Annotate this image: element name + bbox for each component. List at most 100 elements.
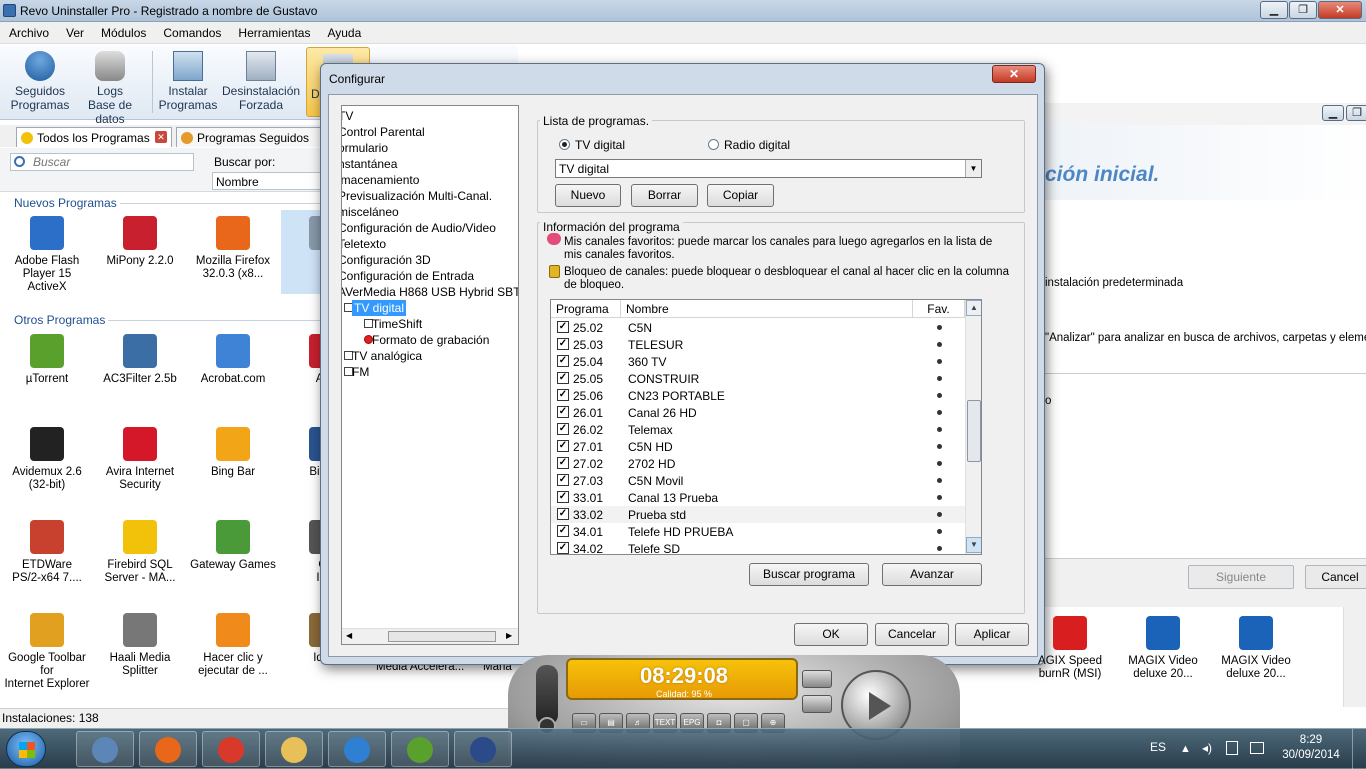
table-vscrollbar[interactable]: ▲ ▼ [965, 300, 981, 554]
favorite-dot[interactable] [937, 325, 942, 330]
folder-taskbar-button[interactable] [265, 731, 323, 767]
usb-icon[interactable] [1226, 741, 1238, 755]
favorite-dot[interactable] [937, 393, 942, 398]
search-input[interactable] [10, 153, 194, 171]
menu-button[interactable] [802, 670, 832, 688]
channel-checkbox[interactable]: ✓ [557, 457, 569, 469]
wizard-cancel-button[interactable]: Cancel [1305, 565, 1366, 589]
favorite-dot[interactable] [937, 444, 942, 449]
program-item[interactable]: µTorrent [2, 328, 92, 412]
program-item[interactable]: ETDWare PS/2-x64 7.... [2, 514, 92, 598]
tree-item[interactable]: FM [352, 364, 369, 380]
favorite-dot[interactable] [937, 410, 942, 415]
language-indicator[interactable]: ES [1150, 740, 1166, 754]
table-row[interactable]: ✓ 25.03 TELESUR [551, 336, 965, 353]
install-programs-button[interactable]: Instalar Programas [152, 51, 224, 119]
program-item[interactable]: MAGIX Video deluxe 20... [1211, 610, 1301, 694]
program-item[interactable]: Avidemux 2.6 (32-bit) [2, 421, 92, 505]
search-program-button[interactable]: Buscar programa [749, 563, 869, 586]
scroll-left-arrow[interactable]: ◀ [346, 631, 352, 640]
favorite-dot[interactable] [937, 546, 942, 551]
tree-item[interactable]: ormulario [342, 140, 388, 156]
ie-taskbar-button[interactable] [328, 731, 386, 767]
show-desktop-button[interactable] [1352, 729, 1366, 769]
tree-item[interactable]: Control Parental [342, 124, 425, 140]
network-icon[interactable] [1250, 742, 1264, 754]
scroll-thumb[interactable] [388, 631, 496, 642]
favorite-dot[interactable] [937, 478, 942, 483]
cancel-button[interactable]: Cancelar [875, 623, 949, 646]
list-button[interactable] [802, 695, 832, 713]
utorrent-taskbar-button[interactable] [391, 731, 449, 767]
firefox-taskbar-button[interactable] [139, 731, 197, 767]
favorite-dot[interactable] [937, 495, 942, 500]
advanced-button[interactable]: Avanzar [882, 563, 982, 586]
table-row[interactable]: ✓ 27.03 C5N Movil [551, 472, 965, 489]
program-item[interactable]: AGIX Speed burnR (MSI) [1025, 610, 1115, 694]
tree-item[interactable]: TV digital [352, 300, 407, 316]
tree-item[interactable]: Configuración de Entrada [342, 268, 474, 284]
program-item[interactable]: MAGIX Video deluxe 20... [1118, 610, 1208, 694]
favorite-dot[interactable] [937, 376, 942, 381]
speaker-icon[interactable]: ◂) [1202, 741, 1214, 755]
program-item[interactable]: Bing Bar [188, 421, 278, 505]
radio-radio-digital[interactable] [708, 139, 719, 150]
program-item[interactable]: Firebird SQL Server - MA... [95, 514, 185, 598]
tree-item[interactable]: AVerMedia H868 USB Hybrid SBTD-T [342, 284, 518, 300]
favorite-dot[interactable] [937, 529, 942, 534]
tree-item[interactable]: Teletexto [342, 236, 386, 252]
channel-checkbox[interactable]: ✓ [557, 389, 569, 401]
wizard-maximize-button[interactable]: ❐ [1346, 105, 1366, 121]
channel-checkbox[interactable]: ✓ [557, 372, 569, 384]
table-row[interactable]: ✓ 27.01 C5N HD [551, 438, 965, 455]
next-button[interactable]: Siguiente [1188, 565, 1294, 589]
channel-checkbox[interactable]: ✓ [557, 321, 569, 333]
maximize-button[interactable]: ❐ [1289, 1, 1317, 19]
forced-uninstall-button[interactable]: Desinstalación Forzada [222, 51, 300, 119]
apply-button[interactable]: Aplicar [955, 623, 1029, 646]
program-item[interactable]: Hacer clic y ejecutar de ... [188, 607, 278, 691]
tree-item[interactable]: TV analógica [352, 348, 422, 364]
close-button[interactable]: ✕ [1318, 1, 1362, 19]
search-by-select[interactable]: Nombre [212, 172, 322, 190]
program-item[interactable]: MiPony 2.2.0 [95, 210, 185, 294]
tree-item[interactable]: TimeShift [372, 316, 422, 332]
program-item[interactable]: Avira Internet Security [95, 421, 185, 505]
scroll-down-arrow[interactable]: ▼ [966, 537, 981, 553]
channel-checkbox[interactable]: ✓ [557, 508, 569, 520]
scroll-thumb[interactable] [967, 400, 981, 462]
menu-modulos[interactable]: Módulos [92, 22, 154, 40]
delete-button[interactable]: Borrar [631, 184, 698, 207]
scroll-up-arrow[interactable]: ▲ [966, 300, 981, 316]
favorite-dot[interactable] [937, 359, 942, 364]
logs-button[interactable]: Logs Base de datos [74, 51, 146, 126]
table-row[interactable]: ✓ 25.02 C5N [551, 319, 965, 336]
tree-item[interactable]: lmacenamiento [342, 172, 419, 188]
chrome-taskbar-button[interactable] [202, 731, 260, 767]
tracked-programs-button[interactable]: Seguidos Programas [4, 51, 76, 119]
wizard-minimize-button[interactable]: ▁ [1322, 105, 1344, 121]
tab-tracked-programs[interactable]: Programas Seguidos [176, 127, 326, 147]
menu-herramientas[interactable]: Herramientas [229, 22, 318, 40]
tree-item[interactable]: nstantánea [342, 156, 397, 172]
tree-item[interactable]: Previsualización Multi-Canal. [342, 188, 492, 204]
volume-slider[interactable] [536, 665, 558, 725]
table-row[interactable]: ✓ 33.02 Prueba std [551, 506, 965, 523]
program-item[interactable]: Acrobat.com [188, 328, 278, 412]
radio-tv-digital[interactable] [559, 139, 570, 150]
clock[interactable]: 8:29 30/09/2014 [1276, 733, 1346, 763]
explorer-app-taskbar-button[interactable] [76, 731, 134, 767]
table-row[interactable]: ✓ 25.06 CN23 PORTABLE [551, 387, 965, 404]
program-item[interactable]: Mozilla Firefox 32.0.3 (x8... [188, 210, 278, 294]
program-item[interactable]: Google Toolbar for Internet Explorer [2, 607, 92, 691]
dialog-close-button[interactable]: ✕ [992, 65, 1036, 83]
menu-ver[interactable]: Ver [57, 22, 92, 40]
favorite-dot[interactable] [937, 342, 942, 347]
revo-title-bar[interactable]: Revo Uninstaller Pro - Registrado a nomb… [0, 0, 1366, 22]
copy-button[interactable]: Copiar [707, 184, 774, 207]
tree-item[interactable]: Configuración 3D [342, 252, 431, 268]
favorite-dot[interactable] [937, 512, 942, 517]
table-row[interactable]: ✓ 34.02 Telefe SD [551, 540, 965, 554]
channel-checkbox[interactable]: ✓ [557, 474, 569, 486]
channel-checkbox[interactable]: ✓ [557, 406, 569, 418]
